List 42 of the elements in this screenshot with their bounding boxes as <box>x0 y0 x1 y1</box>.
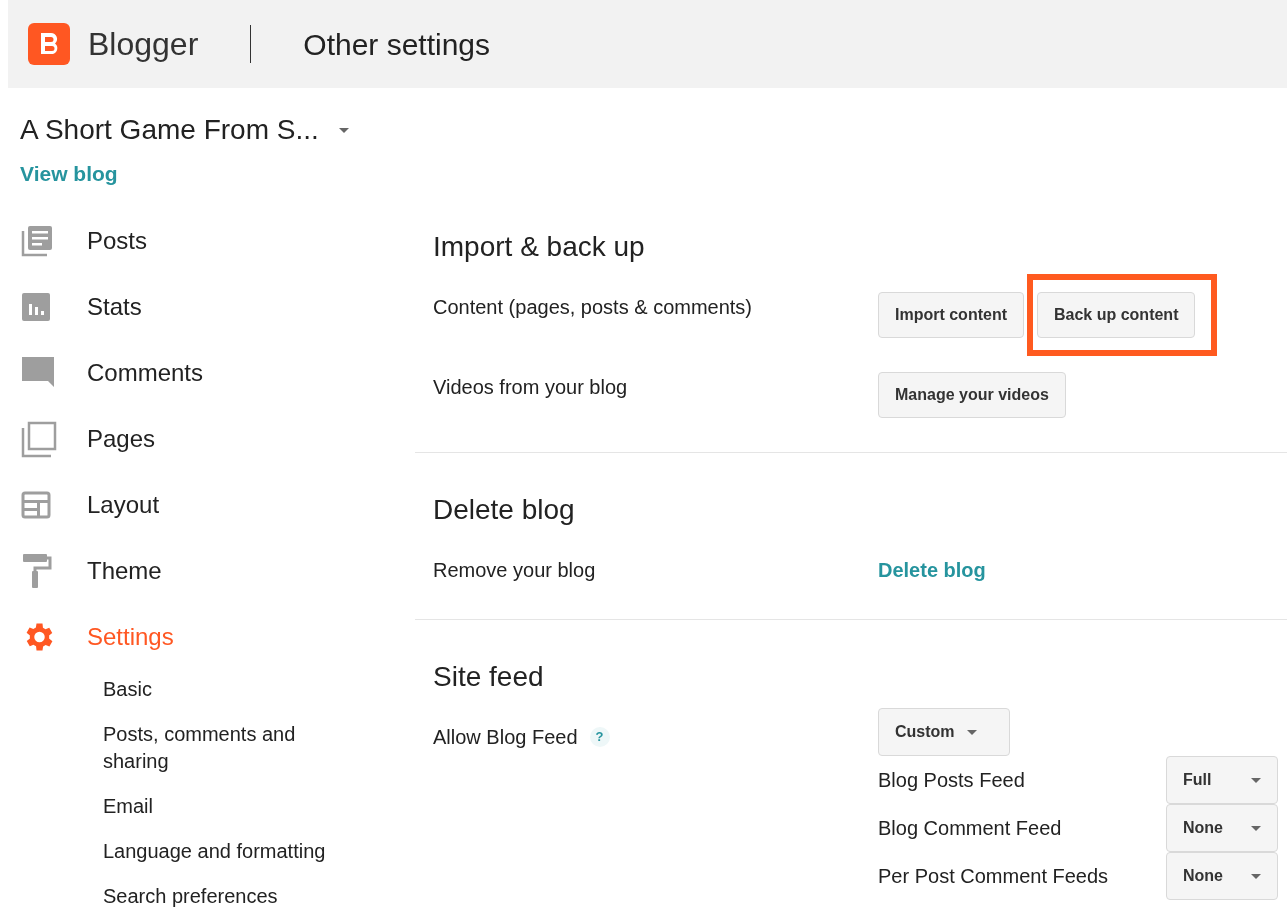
feed-dropdown[interactable]: Custom <box>878 708 1010 756</box>
app-name: Blogger <box>88 25 199 64</box>
delete-link[interactable]: Delete blog <box>878 555 986 585</box>
view-blog-link[interactable]: View blog <box>20 158 415 190</box>
caret-icon <box>1251 873 1261 879</box>
logo-icon <box>28 23 70 65</box>
paint-roller-icon <box>20 552 52 589</box>
section-title: Import & back up <box>433 230 646 262</box>
nav-item[interactable]: Stats <box>20 273 415 340</box>
feed-dropdown[interactable]: Full <box>1166 756 1278 804</box>
settings-subitem[interactable]: Search preferences <box>103 882 350 910</box>
nav-item[interactable]: Comments <box>20 339 415 406</box>
setting-label: Allow Blog Feed <box>433 725 578 750</box>
action-button[interactable]: Back up content <box>1037 292 1196 338</box>
settings-subitem[interactable]: Email <box>103 792 350 820</box>
nav-item[interactable]: Layout <box>20 471 415 538</box>
nav-item[interactable]: Posts <box>20 207 415 274</box>
pages-icon <box>20 419 58 458</box>
setting-label: Content (pages, posts & comments) <box>433 295 753 320</box>
setting-label: Remove your blog <box>433 558 596 583</box>
page-title: Other settings <box>303 26 491 63</box>
feed-label: Blog Comment Feed <box>878 816 1062 841</box>
nav-item[interactable]: Pages <box>20 405 415 472</box>
settings-subitem[interactable]: Posts, comments and sharing <box>103 720 350 775</box>
action-button[interactable]: Import content <box>878 292 1024 338</box>
feed-label: Per Post Comment Feeds <box>878 864 1109 889</box>
section-title: Site feed <box>433 660 545 692</box>
caret-icon <box>1251 777 1261 783</box>
settings-subitem[interactable]: Language and formatting <box>103 837 350 865</box>
section-title: Delete blog <box>433 493 576 525</box>
feed-dropdown[interactable]: None <box>1166 852 1278 900</box>
feed-dropdown[interactable]: None <box>1166 804 1278 852</box>
bar-chart-icon <box>20 290 52 323</box>
caret-icon <box>966 729 977 735</box>
nav-item[interactable]: Theme <box>20 537 415 604</box>
action-button[interactable]: Manage your videos <box>878 372 1066 418</box>
caret-icon <box>338 127 349 133</box>
caret-icon <box>1251 825 1261 831</box>
feed-label: Blog Posts Feed <box>878 768 1025 793</box>
blog-name[interactable]: A Short Game From S... <box>20 109 319 151</box>
setting-label: Videos from your blog <box>433 375 628 400</box>
settings-subitem[interactable]: Basic <box>103 675 350 703</box>
